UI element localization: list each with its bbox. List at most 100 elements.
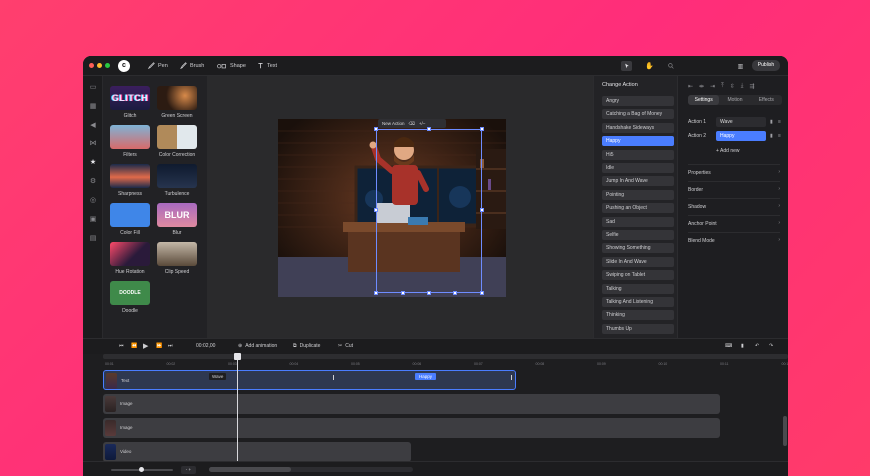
- effect-turbulence[interactable]: Turbulence: [157, 164, 197, 197]
- settings-gear-icon[interactable]: ⚙: [89, 178, 97, 186]
- resize-handle[interactable]: [453, 291, 457, 295]
- effect-doodle[interactable]: DOODLE Doodle: [110, 281, 150, 314]
- keyframe-wave[interactable]: Wave: [209, 373, 227, 380]
- scrollbar-thumb[interactable]: [209, 467, 291, 472]
- effect-glitch[interactable]: GLITCH Glitch: [110, 86, 150, 119]
- action-item[interactable]: Jump In And Wave: [602, 176, 674, 187]
- action-2-field[interactable]: Happy: [716, 131, 766, 141]
- menu-icon[interactable]: ≡: [778, 133, 781, 139]
- step-back-icon[interactable]: ⏪: [131, 343, 137, 349]
- shape-tool-button[interactable]: Shape: [217, 62, 246, 69]
- timeline-track-image-2[interactable]: Image: [103, 418, 720, 438]
- media-icon[interactable]: ▦: [89, 103, 97, 111]
- action-item[interactable]: Talking: [602, 283, 674, 294]
- captions-icon[interactable]: ▤: [89, 235, 97, 243]
- effect-filters[interactable]: Filters: [110, 125, 150, 158]
- align-top-icon[interactable]: ⤒: [721, 83, 724, 90]
- video-icon[interactable]: ▣: [89, 216, 97, 224]
- trash-icon[interactable]: ▮: [741, 343, 744, 349]
- step-forward-icon[interactable]: ⏩: [156, 343, 162, 349]
- action-item[interactable]: Catching a Bag of Money: [602, 109, 674, 120]
- transitions-icon[interactable]: ⋈: [89, 140, 97, 148]
- text-tool-button[interactable]: Text: [257, 62, 277, 69]
- align-middle-v-icon[interactable]: ⇳: [730, 83, 735, 90]
- action-item[interactable]: Selfie: [602, 230, 674, 240]
- action-item[interactable]: Idle: [602, 163, 674, 173]
- playhead-handle[interactable]: [234, 353, 241, 360]
- play-icon[interactable]: ▶: [143, 342, 148, 350]
- pen-tool-button[interactable]: Pen: [148, 62, 168, 69]
- align-center-h-icon[interactable]: ⇹: [699, 83, 704, 90]
- tab-effects[interactable]: Effects: [751, 95, 782, 105]
- skip-back-icon[interactable]: ⏮: [119, 343, 124, 349]
- close-window-button[interactable]: [89, 63, 94, 68]
- section-shadow[interactable]: Shadow ›: [688, 198, 780, 210]
- action-item[interactable]: Pushing an Object: [602, 203, 674, 214]
- resize-handle[interactable]: [374, 291, 378, 295]
- zoom-stepper[interactable]: - +: [181, 466, 196, 474]
- effect-clip-speed[interactable]: Clip Speed: [157, 242, 197, 275]
- hand-tool-button[interactable]: ✋: [644, 61, 655, 71]
- effect-color-fill[interactable]: Color Fill: [110, 203, 150, 236]
- action-item[interactable]: Handshake Sideways: [602, 122, 674, 133]
- section-anchor-point[interactable]: Anchor Point ›: [688, 215, 780, 227]
- brush-tool-button[interactable]: Brush: [180, 62, 204, 69]
- selection-box[interactable]: [374, 127, 484, 295]
- action-item[interactable]: Thinking: [602, 310, 674, 321]
- effect-blur[interactable]: BLUR Blur: [157, 203, 197, 236]
- tab-motion[interactable]: Motion: [719, 95, 750, 105]
- section-properties[interactable]: Properties ›: [688, 164, 780, 176]
- effects-star-icon[interactable]: ★: [89, 159, 97, 167]
- align-left-icon[interactable]: ⇤: [688, 83, 693, 90]
- section-border[interactable]: Border ›: [688, 181, 780, 193]
- zoom-tool-button[interactable]: [665, 61, 676, 71]
- redo-icon[interactable]: ↷: [769, 343, 773, 349]
- resize-handle[interactable]: [480, 127, 484, 131]
- color-wheel-icon[interactable]: ◎: [89, 197, 97, 205]
- add-animation-button[interactable]: ⊕ Add animation: [238, 343, 277, 349]
- resize-handle[interactable]: [427, 291, 431, 295]
- vertical-scrollbar-thumb[interactable]: [783, 416, 787, 446]
- resize-handle[interactable]: [374, 208, 378, 212]
- action-item[interactable]: Angry: [602, 96, 674, 106]
- new-action-bar[interactable]: New Action ⌫ +/−: [378, 119, 446, 128]
- effect-green-screen[interactable]: Green Screen: [157, 86, 197, 119]
- resize-handle[interactable]: [480, 291, 484, 295]
- undo-icon[interactable]: ↶: [755, 343, 759, 349]
- zoom-slider[interactable]: [111, 467, 173, 472]
- distribute-icon[interactable]: ⇶: [749, 83, 754, 90]
- effect-hue-rotation[interactable]: Hue Rotation: [110, 242, 150, 275]
- timeline-track-text[interactable]: Text Wave Happy: [103, 370, 516, 390]
- keyboard-icon[interactable]: ⌨: [725, 343, 732, 349]
- skip-forward-icon[interactable]: ⏭: [168, 343, 173, 349]
- action-item[interactable]: Hi5: [602, 149, 674, 160]
- timeline-ruler[interactable]: 00:01 00:02 00:03 00:04 00:05 00:06 00:07 00:08…: [103, 354, 788, 368]
- action-item[interactable]: Sad: [602, 216, 674, 227]
- delete-action-button[interactable]: ⌫: [409, 121, 415, 127]
- effect-color-correction[interactable]: Color Correction: [157, 125, 197, 158]
- resize-handle[interactable]: [427, 127, 431, 131]
- resize-handle[interactable]: [480, 208, 484, 212]
- action-item[interactable]: Showing Something: [602, 243, 674, 254]
- cut-button[interactable]: ✂ Cut: [338, 343, 353, 349]
- library-button[interactable]: ▥: [735, 61, 746, 71]
- zoom-slider-knob[interactable]: [139, 467, 144, 472]
- action-item[interactable]: Swiping on Tablet: [602, 270, 674, 281]
- tab-settings[interactable]: Settings: [688, 95, 720, 105]
- resize-handle[interactable]: [401, 291, 405, 295]
- folder-icon[interactable]: ▭: [89, 84, 97, 92]
- publish-button[interactable]: Publish: [752, 60, 780, 71]
- section-blend-mode[interactable]: Blend Mode ›: [688, 232, 780, 244]
- action-item[interactable]: Thumbs Up: [602, 323, 674, 334]
- align-right-icon[interactable]: ⇥: [710, 83, 715, 90]
- trash-icon[interactable]: ▮: [770, 133, 773, 139]
- timeline-track-video[interactable]: Video: [103, 442, 411, 462]
- select-cursor-button[interactable]: [621, 61, 632, 71]
- keyframe-happy[interactable]: Happy: [415, 373, 437, 380]
- align-bottom-icon[interactable]: ⤓: [741, 83, 744, 90]
- menu-icon[interactable]: ≡: [778, 119, 781, 125]
- resize-handle[interactable]: [374, 127, 378, 131]
- action-item[interactable]: Happy: [602, 136, 674, 147]
- horizontal-scrollbar[interactable]: [209, 467, 413, 472]
- action-1-field[interactable]: Wave: [716, 117, 766, 127]
